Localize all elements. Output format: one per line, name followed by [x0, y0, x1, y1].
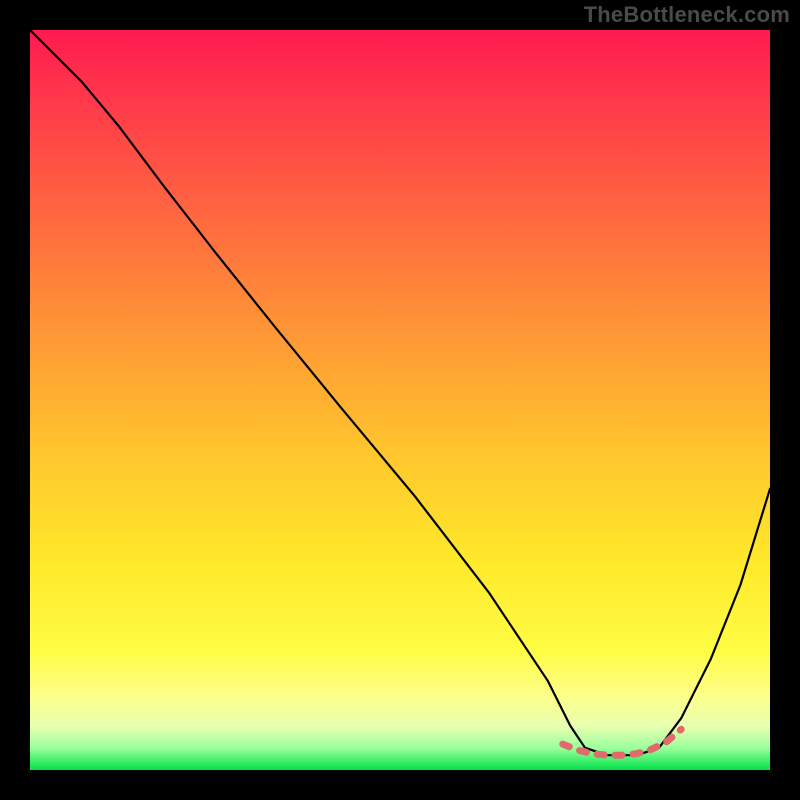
chart-frame: TheBottleneck.com	[0, 0, 800, 800]
bottleneck-curve	[30, 30, 770, 755]
watermark-text: TheBottleneck.com	[584, 2, 790, 28]
plot-area	[30, 30, 770, 770]
curve-layer	[30, 30, 770, 770]
